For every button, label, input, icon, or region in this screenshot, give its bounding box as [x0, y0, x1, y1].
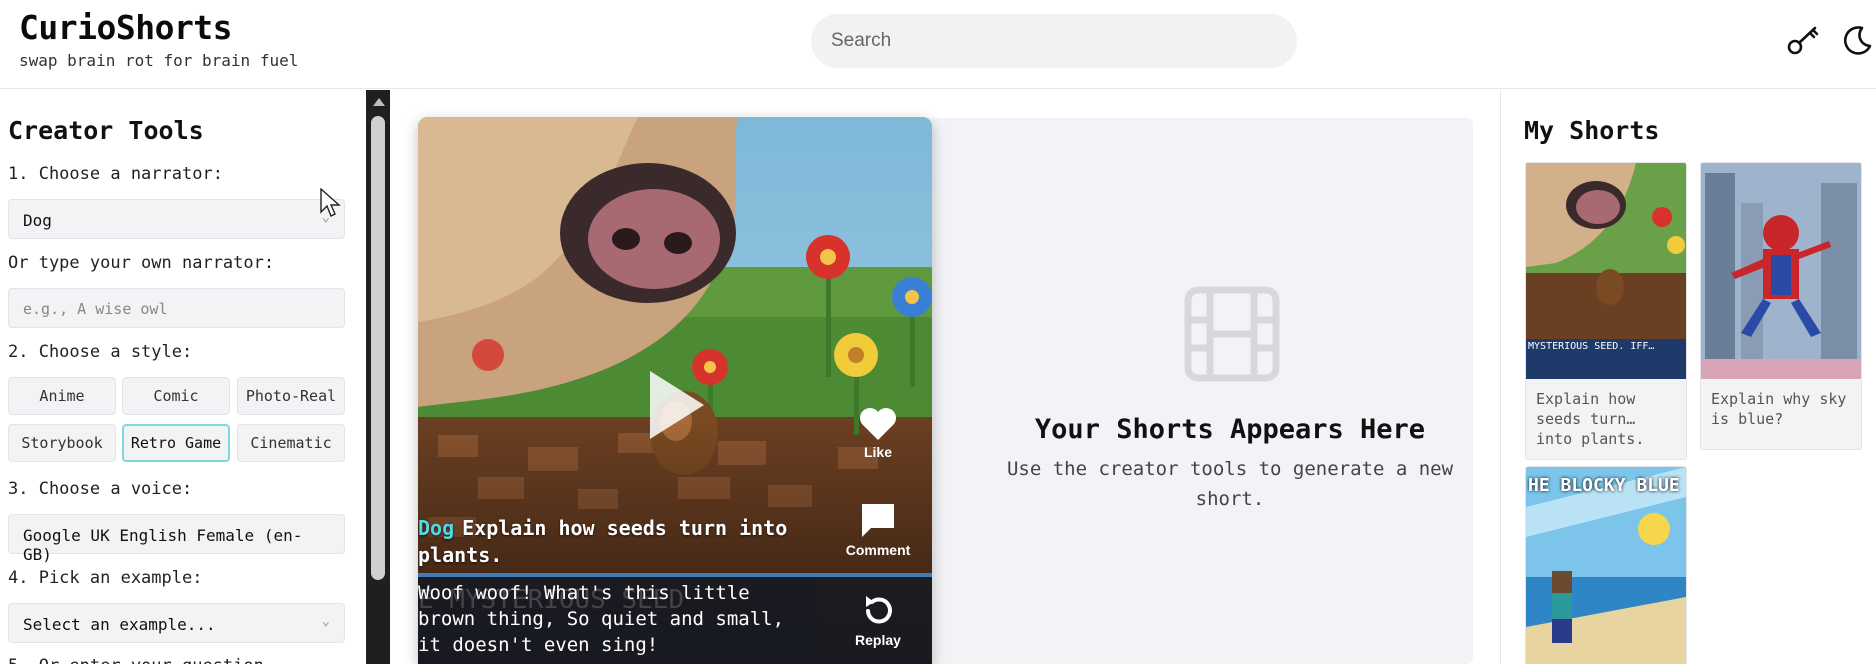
short-thumb-text: HE BLOCKY BLUE [1528, 475, 1680, 496]
replay-icon [866, 596, 892, 624]
creator-tools-title: Creator Tools [8, 116, 204, 145]
narrator-select-value: Dog [23, 211, 52, 230]
brand-title[interactable]: CurioShorts [19, 8, 298, 47]
play-icon[interactable] [646, 369, 706, 441]
video-caption: Dog Explain how seeds turn into plants. [418, 515, 818, 569]
sidebar-scrollbar[interactable] [366, 90, 390, 664]
style-button-cinematic[interactable]: Cinematic [237, 424, 345, 462]
brand-tagline: swap brain rot for brain fuel [19, 51, 299, 70]
subtitle-text: Woof woof! What's this little brown thin… [418, 582, 785, 656]
comment-icon [862, 504, 894, 537]
replay-label: Replay [855, 632, 901, 648]
subtitle-box: E MYSTERIOUS SEED Woof woof! What's this… [418, 577, 818, 664]
my-shorts-panel: My Shorts MYSTERIOUS SEED. IFF… Explain … [1500, 90, 1876, 664]
short-thumbnail-image [1701, 163, 1861, 379]
style-button-anime[interactable]: Anime [8, 377, 116, 415]
scrollbar-thumb[interactable] [371, 116, 385, 580]
example-select-value: Select an example... [23, 615, 216, 634]
mouse-cursor-icon [320, 188, 341, 217]
like-label: Like [863, 444, 892, 460]
empty-state-subtitle: Use the creator tools to generate a new … [1006, 458, 1454, 510]
short-caption: Explain why sky is blue? [1711, 390, 1847, 428]
my-shorts-title: My Shorts [1524, 116, 1660, 145]
narrator-select[interactable]: Dog ⌄ [8, 199, 345, 239]
short-video-player[interactable]: Like Comment Dog Explain how seeds turn i… [418, 117, 932, 664]
custom-narrator-input[interactable]: e.g., A wise owl [8, 288, 345, 328]
short-card[interactable]: MYSTERIOUS SEED. IFF… Explain how seeds … [1525, 162, 1687, 460]
replay-button[interactable]: Replay [828, 593, 928, 648]
key-icon[interactable] [1786, 22, 1822, 58]
style-button-photo-real[interactable]: Photo-Real [237, 377, 345, 415]
comment-label: Comment [845, 542, 911, 558]
short-card[interactable]: Explain why sky is blue? [1700, 162, 1862, 450]
scroll-up-arrow-icon[interactable] [373, 98, 385, 106]
style-button-retro-game[interactable]: Retro Game [122, 424, 230, 462]
comment-button[interactable]: Comment [828, 501, 928, 558]
search-input[interactable] [811, 14, 1297, 68]
empty-state-title: Your Shorts Appears Here [1034, 414, 1426, 445]
chevron-down-icon: ⌄ [321, 613, 330, 629]
short-card[interactable]: HE BLOCKY BLUE [1525, 466, 1687, 664]
voice-label: 3. Choose a voice: [8, 479, 193, 499]
short-caption: Explain how seeds turn… into plants. [1536, 390, 1645, 448]
short-thumbnail: MYSTERIOUS SEED. IFF… [1526, 163, 1686, 379]
style-button-comic[interactable]: Comic [122, 377, 230, 415]
style-button-storybook[interactable]: Storybook [8, 424, 116, 462]
short-thumbnail: HE BLOCKY BLUE [1526, 467, 1686, 664]
example-label: 4. Pick an example: [8, 568, 203, 588]
question-label: 5. Or enter your question [8, 656, 264, 664]
narrator-label: 1. Choose a narrator: [8, 164, 223, 184]
main-content: Your Shorts Appears Here Use the creator… [390, 90, 1500, 664]
creator-tools-panel: Creator Tools 1. Choose a narrator: Dog … [0, 90, 366, 664]
heart-icon [860, 408, 896, 440]
example-select[interactable]: Select an example... ⌄ [8, 603, 345, 643]
voice-select-value: Google UK English Female (en-GB) [23, 526, 303, 564]
app-header: CurioShorts swap brain rot for brain fue… [0, 0, 1876, 89]
brand[interactable]: CurioShorts swap brain rot for brain fue… [19, 8, 298, 70]
custom-narrator-label: Or type your own narrator: [8, 253, 275, 273]
voice-select[interactable]: Google UK English Female (en-GB) [8, 514, 345, 564]
style-label: 2. Choose a style: [8, 342, 193, 362]
film-icon [1184, 286, 1280, 382]
like-button[interactable]: Like [828, 407, 928, 460]
caption-question: Explain how seeds turn into plants. [418, 516, 788, 567]
moon-icon[interactable] [1838, 22, 1874, 58]
short-thumbnail [1701, 163, 1861, 379]
caption-narrator: Dog [418, 516, 455, 540]
short-thumb-text: MYSTERIOUS SEED. IFF… [1528, 341, 1655, 352]
short-thumbnail-image [1526, 467, 1686, 664]
